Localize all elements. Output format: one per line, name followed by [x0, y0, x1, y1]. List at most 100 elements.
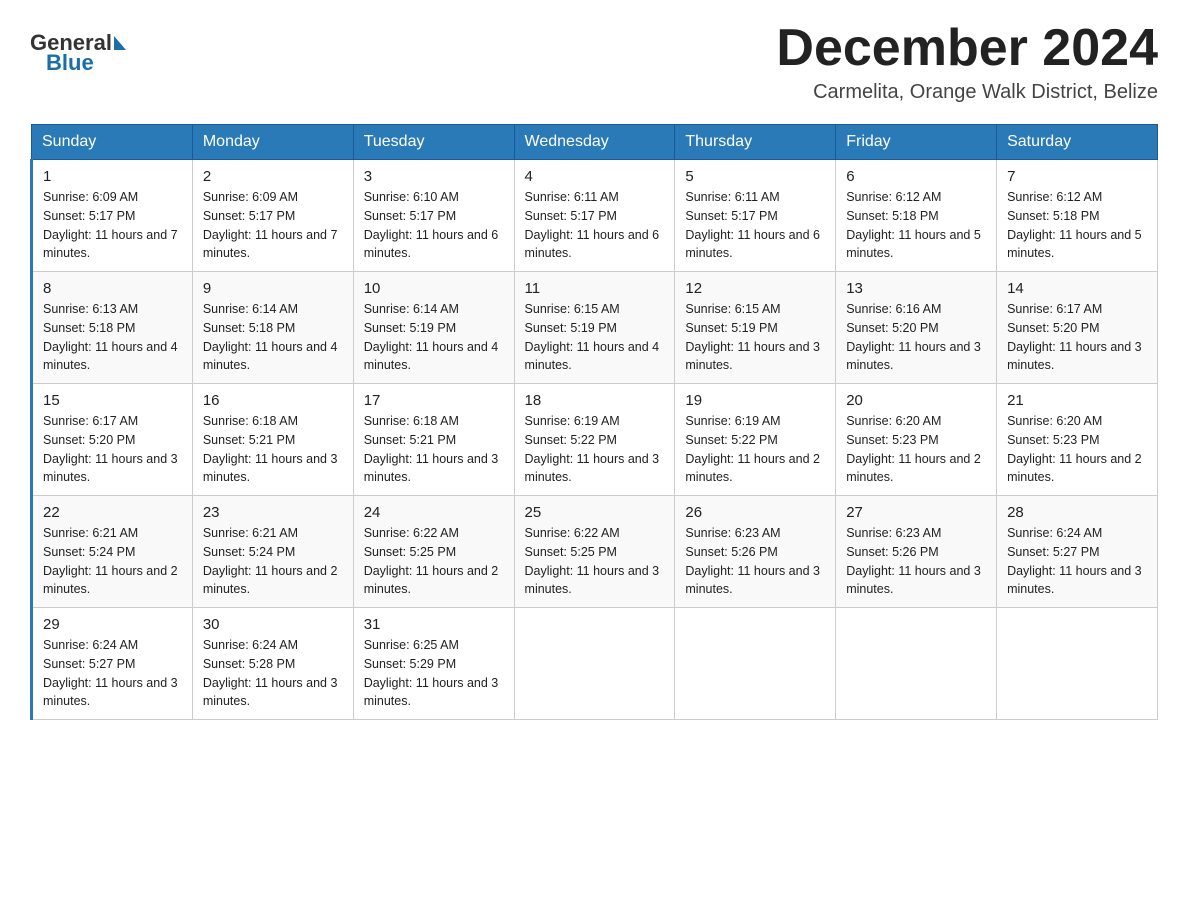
table-row: 18 Sunrise: 6:19 AMSunset: 5:22 PMDaylig… [514, 384, 675, 496]
table-row: 24 Sunrise: 6:22 AMSunset: 5:25 PMDaylig… [353, 496, 514, 608]
table-row: 3 Sunrise: 6:10 AMSunset: 5:17 PMDayligh… [353, 160, 514, 272]
day-info: Sunrise: 6:09 AMSunset: 5:17 PMDaylight:… [203, 190, 338, 260]
table-row: 29 Sunrise: 6:24 AMSunset: 5:27 PMDaylig… [32, 608, 193, 720]
day-number: 10 [364, 280, 504, 297]
table-row: 1 Sunrise: 6:09 AMSunset: 5:17 PMDayligh… [32, 160, 193, 272]
table-row: 30 Sunrise: 6:24 AMSunset: 5:28 PMDaylig… [192, 608, 353, 720]
table-row: 17 Sunrise: 6:18 AMSunset: 5:21 PMDaylig… [353, 384, 514, 496]
day-number: 17 [364, 392, 504, 409]
header-thursday: Thursday [675, 125, 836, 160]
day-number: 13 [846, 280, 986, 297]
day-info: Sunrise: 6:17 AMSunset: 5:20 PMDaylight:… [43, 414, 178, 484]
table-row: 6 Sunrise: 6:12 AMSunset: 5:18 PMDayligh… [836, 160, 997, 272]
table-row: 26 Sunrise: 6:23 AMSunset: 5:26 PMDaylig… [675, 496, 836, 608]
day-number: 31 [364, 616, 504, 633]
header-wednesday: Wednesday [514, 125, 675, 160]
table-row: 21 Sunrise: 6:20 AMSunset: 5:23 PMDaylig… [997, 384, 1158, 496]
day-number: 27 [846, 504, 986, 521]
day-number: 8 [43, 280, 182, 297]
day-number: 7 [1007, 168, 1147, 185]
calendar-week-row: 8 Sunrise: 6:13 AMSunset: 5:18 PMDayligh… [32, 272, 1158, 384]
day-number: 30 [203, 616, 343, 633]
table-row: 13 Sunrise: 6:16 AMSunset: 5:20 PMDaylig… [836, 272, 997, 384]
day-number: 12 [685, 280, 825, 297]
table-row: 28 Sunrise: 6:24 AMSunset: 5:27 PMDaylig… [997, 496, 1158, 608]
day-info: Sunrise: 6:11 AMSunset: 5:17 PMDaylight:… [525, 190, 660, 260]
day-info: Sunrise: 6:18 AMSunset: 5:21 PMDaylight:… [364, 414, 499, 484]
day-info: Sunrise: 6:14 AMSunset: 5:18 PMDaylight:… [203, 302, 338, 372]
table-row: 8 Sunrise: 6:13 AMSunset: 5:18 PMDayligh… [32, 272, 193, 384]
day-info: Sunrise: 6:15 AMSunset: 5:19 PMDaylight:… [685, 302, 820, 372]
logo: General Blue [30, 20, 128, 76]
day-number: 11 [525, 280, 665, 297]
day-info: Sunrise: 6:20 AMSunset: 5:23 PMDaylight:… [846, 414, 981, 484]
day-number: 9 [203, 280, 343, 297]
day-info: Sunrise: 6:22 AMSunset: 5:25 PMDaylight:… [364, 526, 499, 596]
day-number: 14 [1007, 280, 1147, 297]
day-info: Sunrise: 6:22 AMSunset: 5:25 PMDaylight:… [525, 526, 660, 596]
day-number: 1 [43, 168, 182, 185]
header-sunday: Sunday [32, 125, 193, 160]
header-saturday: Saturday [997, 125, 1158, 160]
location-subtitle: Carmelita, Orange Walk District, Belize [776, 81, 1158, 104]
table-row: 10 Sunrise: 6:14 AMSunset: 5:19 PMDaylig… [353, 272, 514, 384]
day-number: 22 [43, 504, 182, 521]
day-number: 6 [846, 168, 986, 185]
day-number: 25 [525, 504, 665, 521]
day-info: Sunrise: 6:19 AMSunset: 5:22 PMDaylight:… [525, 414, 660, 484]
day-number: 24 [364, 504, 504, 521]
day-info: Sunrise: 6:11 AMSunset: 5:17 PMDaylight:… [685, 190, 820, 260]
day-info: Sunrise: 6:25 AMSunset: 5:29 PMDaylight:… [364, 638, 499, 708]
day-info: Sunrise: 6:24 AMSunset: 5:27 PMDaylight:… [43, 638, 178, 708]
day-info: Sunrise: 6:21 AMSunset: 5:24 PMDaylight:… [203, 526, 338, 596]
calendar-week-row: 15 Sunrise: 6:17 AMSunset: 5:20 PMDaylig… [32, 384, 1158, 496]
day-number: 28 [1007, 504, 1147, 521]
day-info: Sunrise: 6:20 AMSunset: 5:23 PMDaylight:… [1007, 414, 1142, 484]
logo-arrow-icon [114, 36, 126, 50]
day-info: Sunrise: 6:23 AMSunset: 5:26 PMDaylight:… [685, 526, 820, 596]
day-number: 3 [364, 168, 504, 185]
day-info: Sunrise: 6:14 AMSunset: 5:19 PMDaylight:… [364, 302, 499, 372]
day-info: Sunrise: 6:23 AMSunset: 5:26 PMDaylight:… [846, 526, 981, 596]
table-row [675, 608, 836, 720]
day-number: 26 [685, 504, 825, 521]
day-number: 21 [1007, 392, 1147, 409]
day-number: 19 [685, 392, 825, 409]
day-number: 29 [43, 616, 182, 633]
calendar-table: Sunday Monday Tuesday Wednesday Thursday… [30, 124, 1158, 720]
table-row: 25 Sunrise: 6:22 AMSunset: 5:25 PMDaylig… [514, 496, 675, 608]
table-row: 5 Sunrise: 6:11 AMSunset: 5:17 PMDayligh… [675, 160, 836, 272]
day-info: Sunrise: 6:18 AMSunset: 5:21 PMDaylight:… [203, 414, 338, 484]
day-number: 20 [846, 392, 986, 409]
title-block: December 2024 Carmelita, Orange Walk Dis… [776, 20, 1158, 104]
day-number: 18 [525, 392, 665, 409]
day-info: Sunrise: 6:13 AMSunset: 5:18 PMDaylight:… [43, 302, 178, 372]
table-row [836, 608, 997, 720]
calendar-week-row: 22 Sunrise: 6:21 AMSunset: 5:24 PMDaylig… [32, 496, 1158, 608]
table-row [514, 608, 675, 720]
header-friday: Friday [836, 125, 997, 160]
calendar-header-row: Sunday Monday Tuesday Wednesday Thursday… [32, 125, 1158, 160]
day-info: Sunrise: 6:12 AMSunset: 5:18 PMDaylight:… [1007, 190, 1142, 260]
table-row: 4 Sunrise: 6:11 AMSunset: 5:17 PMDayligh… [514, 160, 675, 272]
table-row: 23 Sunrise: 6:21 AMSunset: 5:24 PMDaylig… [192, 496, 353, 608]
day-info: Sunrise: 6:21 AMSunset: 5:24 PMDaylight:… [43, 526, 178, 596]
day-info: Sunrise: 6:19 AMSunset: 5:22 PMDaylight:… [685, 414, 820, 484]
day-info: Sunrise: 6:15 AMSunset: 5:19 PMDaylight:… [525, 302, 660, 372]
table-row: 15 Sunrise: 6:17 AMSunset: 5:20 PMDaylig… [32, 384, 193, 496]
table-row: 7 Sunrise: 6:12 AMSunset: 5:18 PMDayligh… [997, 160, 1158, 272]
calendar-week-row: 1 Sunrise: 6:09 AMSunset: 5:17 PMDayligh… [32, 160, 1158, 272]
day-info: Sunrise: 6:12 AMSunset: 5:18 PMDaylight:… [846, 190, 981, 260]
table-row: 31 Sunrise: 6:25 AMSunset: 5:29 PMDaylig… [353, 608, 514, 720]
day-info: Sunrise: 6:24 AMSunset: 5:28 PMDaylight:… [203, 638, 338, 708]
day-info: Sunrise: 6:17 AMSunset: 5:20 PMDaylight:… [1007, 302, 1142, 372]
day-number: 2 [203, 168, 343, 185]
day-number: 23 [203, 504, 343, 521]
month-title: December 2024 [776, 20, 1158, 77]
table-row: 2 Sunrise: 6:09 AMSunset: 5:17 PMDayligh… [192, 160, 353, 272]
table-row: 22 Sunrise: 6:21 AMSunset: 5:24 PMDaylig… [32, 496, 193, 608]
calendar-week-row: 29 Sunrise: 6:24 AMSunset: 5:27 PMDaylig… [32, 608, 1158, 720]
table-row: 12 Sunrise: 6:15 AMSunset: 5:19 PMDaylig… [675, 272, 836, 384]
logo-blue-text: Blue [46, 50, 94, 76]
day-number: 15 [43, 392, 182, 409]
